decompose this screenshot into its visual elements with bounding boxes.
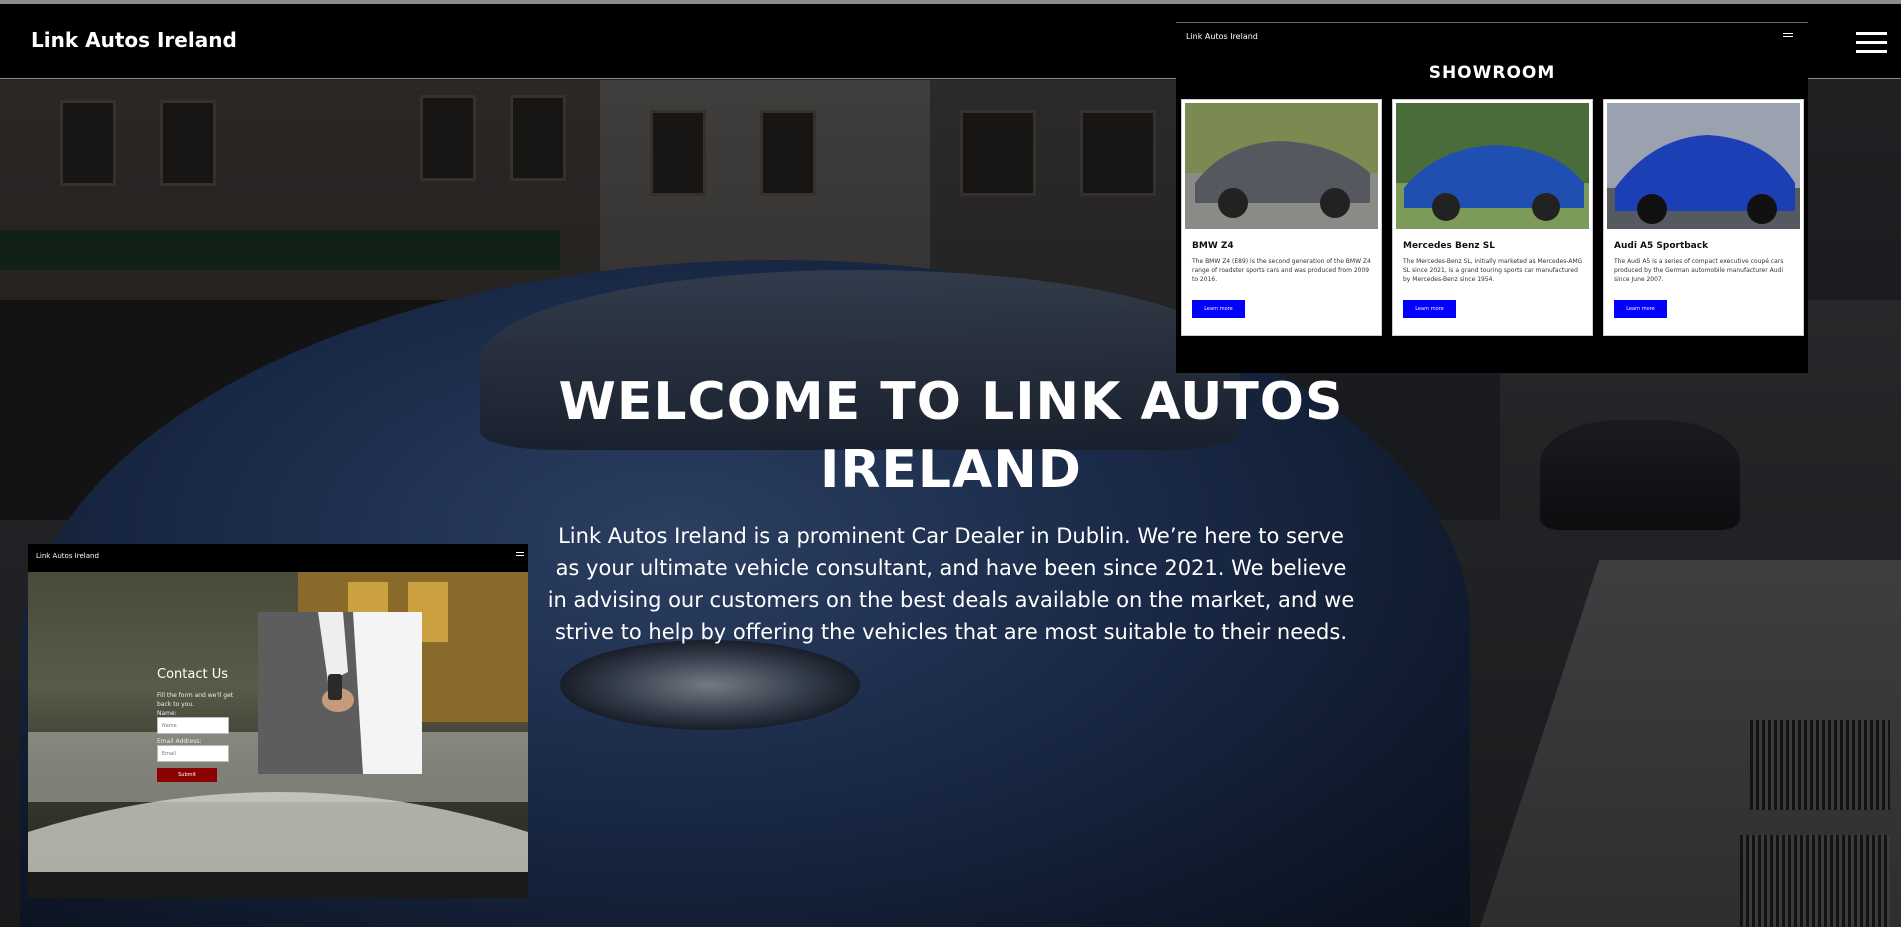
car-description: The Audi A5 is a series of compact execu… xyxy=(1614,258,1784,283)
hamburger-menu-icon xyxy=(1783,33,1793,39)
learn-more-button[interactable]: Learn more xyxy=(1192,300,1245,318)
learn-more-button[interactable]: Learn more xyxy=(1614,300,1667,318)
car-name: BMW Z4 xyxy=(1192,241,1234,251)
showroom-title: SHOWROOM xyxy=(1428,63,1556,83)
car-name: Mercedes Benz SL xyxy=(1403,241,1495,251)
showroom-preview[interactable]: Link Autos Ireland SHOWROOM BMW Z4 The B… xyxy=(1176,22,1808,373)
contact-background-image: Contact Us Fill the form and we'll get b… xyxy=(28,572,528,898)
car-description: The BMW Z4 (E89) is the second generatio… xyxy=(1192,258,1371,283)
car-name: Audi A5 Sportback xyxy=(1614,241,1709,251)
businessman-phone-photo xyxy=(258,612,422,774)
contact-preview[interactable]: Link Autos Ireland Contact Us Fill the f… xyxy=(28,544,528,898)
hamburger-menu-icon xyxy=(516,552,524,558)
brand-logo[interactable]: Link Autos Ireland xyxy=(31,28,237,52)
car-description: The Mercedes-Benz SL, initially marketed… xyxy=(1403,258,1583,283)
name-input[interactable]: Name xyxy=(157,717,229,734)
learn-more-button[interactable]: Learn more xyxy=(1403,300,1456,318)
hero-description: Link Autos Ireland is a prominent Car De… xyxy=(547,524,1355,644)
email-label: Email Address: xyxy=(157,738,202,745)
name-label: Name: xyxy=(157,710,177,717)
email-input[interactable]: Email xyxy=(157,745,229,762)
car-card: BMW Z4 The BMW Z4 (E89) is the second ge… xyxy=(1181,99,1382,336)
contact-brand: Link Autos Ireland xyxy=(36,552,99,560)
contact-subtitle: Fill the form and we'll get back to you. xyxy=(157,692,234,708)
car-card: Mercedes Benz SL The Mercedes-Benz SL, i… xyxy=(1392,99,1593,336)
showroom-brand: Link Autos Ireland xyxy=(1186,32,1258,41)
submit-button[interactable]: Submit xyxy=(157,768,217,782)
contact-title: Contact Us xyxy=(157,667,228,682)
car-photo xyxy=(1607,103,1800,229)
hamburger-menu-icon[interactable] xyxy=(1856,32,1887,54)
car-card: Audi A5 Sportback The Audi A5 is a serie… xyxy=(1603,99,1804,336)
car-photo xyxy=(1185,103,1378,229)
car-photo xyxy=(1396,103,1589,229)
hero-title: WELCOME TO LINK AUTOS IRELAND xyxy=(558,372,1344,500)
